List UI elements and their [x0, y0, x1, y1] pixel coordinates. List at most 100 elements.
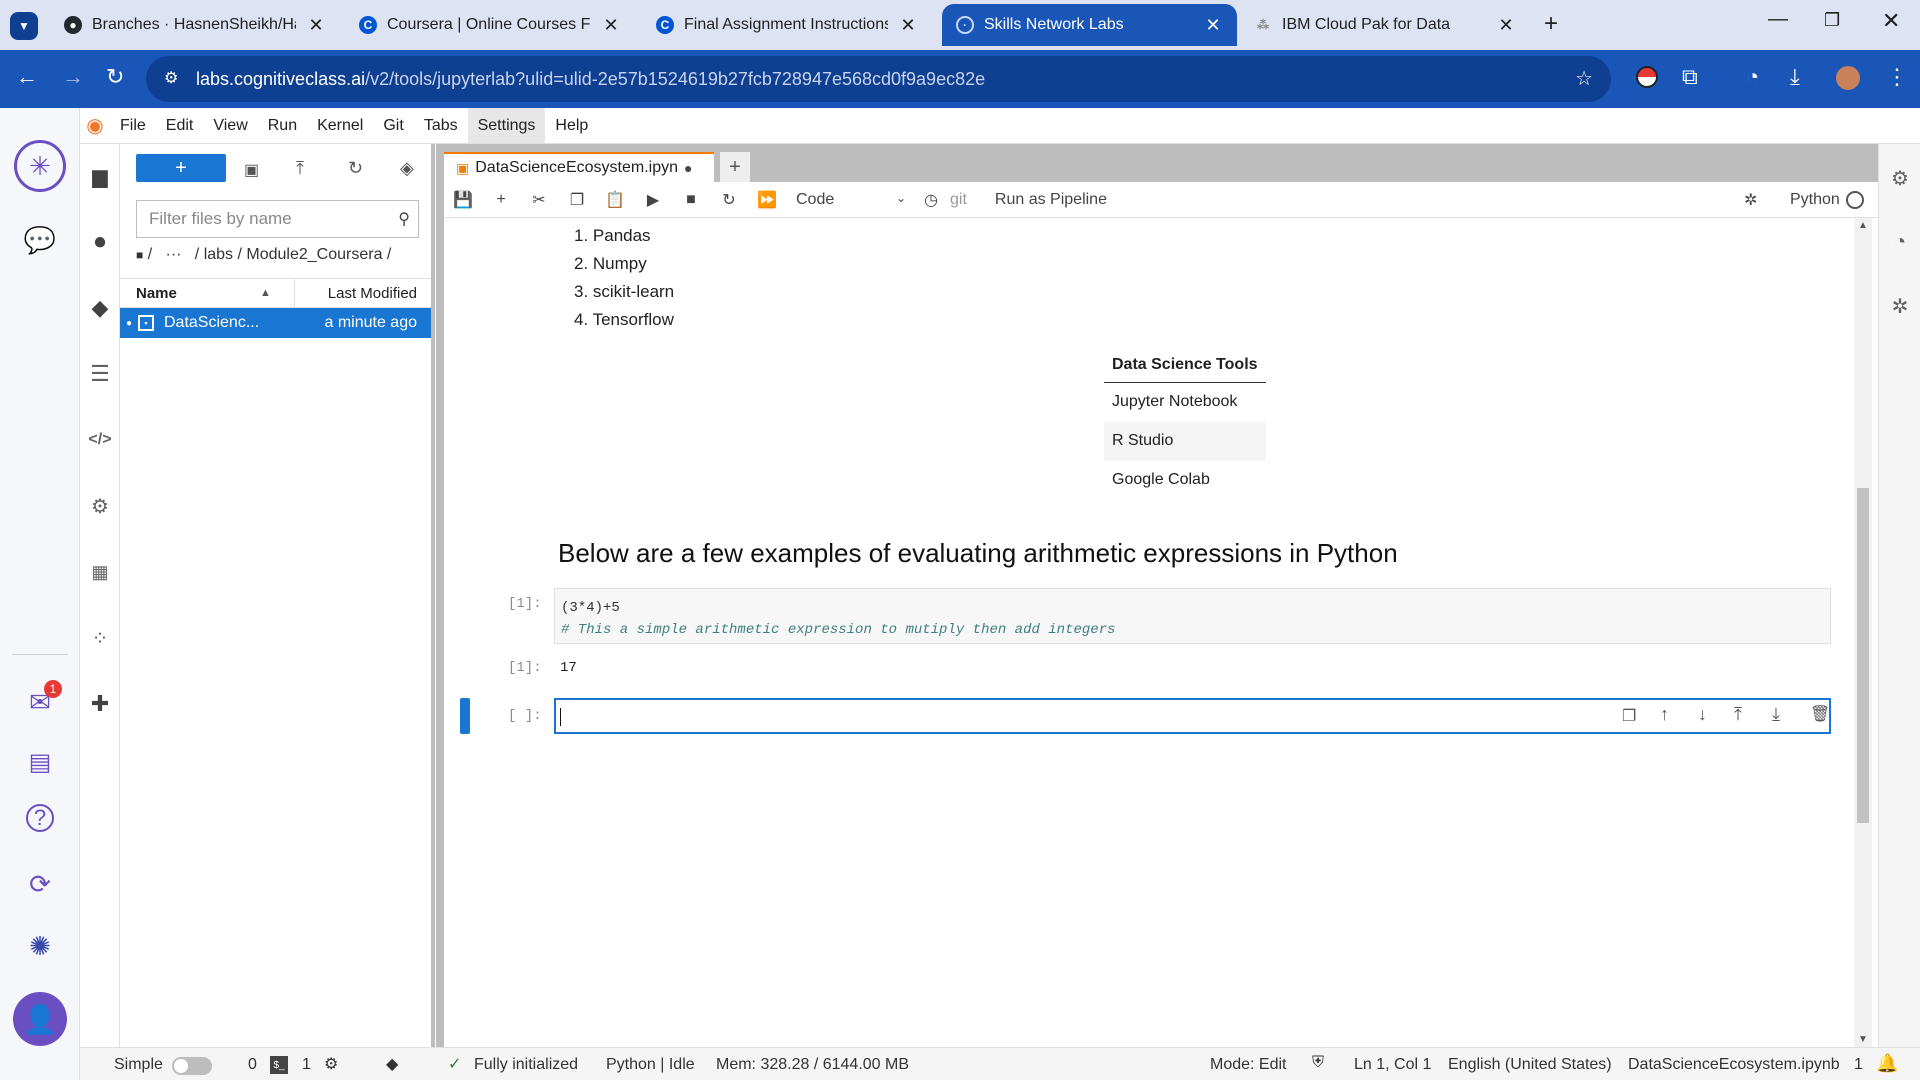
- file-filter-input[interactable]: Filter files by name ⚲: [136, 200, 419, 238]
- address-bar[interactable]: ⚙ labs.cognitiveclass.ai /v2/tools/jupyt…: [146, 56, 1611, 102]
- stop-icon[interactable]: ■: [672, 182, 710, 218]
- kernel-name[interactable]: Python: [1790, 191, 1840, 209]
- git-icon[interactable]: ◆: [88, 295, 112, 320]
- delete-cell-icon[interactable]: 🗑: [1810, 704, 1830, 724]
- menu-tabs[interactable]: Tabs: [414, 108, 468, 143]
- restore-button[interactable]: ❐: [1824, 10, 1840, 31]
- menu-settings[interactable]: Settings: [467, 108, 546, 143]
- menu-edit[interactable]: Edit: [156, 108, 204, 143]
- new-tab-button[interactable]: +: [1544, 10, 1558, 38]
- cut-icon[interactable]: ✂: [520, 182, 558, 218]
- column-last-modified[interactable]: Last Modified: [328, 285, 417, 302]
- browser-tab-final-assignment[interactable]: C Final Assignment Instructions: C ✕: [642, 4, 932, 46]
- browser-tab-branches[interactable]: ● Branches · HasnenSheikh/Hasne ✕: [50, 4, 340, 46]
- insert-cell-icon[interactable]: +: [482, 182, 520, 218]
- new-folder-icon[interactable]: ▣: [244, 160, 259, 180]
- forward-icon[interactable]: →: [62, 64, 84, 90]
- run-as-pipeline-button[interactable]: Run as Pipeline: [995, 191, 1107, 209]
- table-of-contents-icon[interactable]: ☰: [88, 361, 112, 386]
- extension-manager-icon[interactable]: ✚: [88, 691, 112, 716]
- pokeball-extension-icon[interactable]: [1636, 66, 1658, 88]
- simple-mode-toggle[interactable]: [172, 1057, 212, 1075]
- help-icon[interactable]: ?: [26, 804, 54, 832]
- file-row-selected[interactable]: ● ▪ DataScienc... a minute ago: [120, 308, 431, 338]
- property-inspector-icon[interactable]: ⚙: [1888, 166, 1912, 190]
- user-avatar-icon[interactable]: 👤: [13, 992, 67, 1046]
- column-name[interactable]: Name: [136, 285, 177, 302]
- close-icon[interactable]: ✕: [1496, 15, 1516, 36]
- cursor-position[interactable]: Ln 1, Col 1: [1354, 1056, 1431, 1074]
- sync-icon[interactable]: ⟳: [20, 864, 60, 904]
- notification-count[interactable]: 1: [1854, 1056, 1863, 1074]
- kernel-state[interactable]: Python | Idle: [606, 1056, 695, 1074]
- scrollbar-track[interactable]: ▲ ▼: [1854, 218, 1872, 1047]
- menu-kernel[interactable]: Kernel: [307, 108, 373, 143]
- scroll-down-icon[interactable]: ▼: [1858, 1034, 1868, 1045]
- performance-icon[interactable]: ◔: [1746, 64, 1759, 90]
- extensions-icon[interactable]: ⧉: [1682, 64, 1698, 90]
- code-cell-input[interactable]: (3*4)+5 # This a simple arithmetic expre…: [554, 588, 1831, 644]
- menu-git[interactable]: Git: [373, 108, 413, 143]
- close-icon[interactable]: ✕: [601, 15, 621, 36]
- edit-mode[interactable]: Mode: Edit: [1210, 1056, 1286, 1074]
- shield-icon[interactable]: ⛨: [1312, 1054, 1324, 1072]
- download-icon[interactable]: ⤓: [1790, 64, 1800, 90]
- duplicate-cell-icon[interactable]: ❐: [1622, 706, 1636, 726]
- window-close-button[interactable]: ✕: [1882, 8, 1900, 34]
- site-info-icon[interactable]: ⚙: [164, 68, 178, 88]
- folder-icon[interactable]: ▆: [88, 164, 112, 188]
- move-down-icon[interactable]: ↓: [1698, 704, 1707, 725]
- cell-type-select[interactable]: Code ⌄: [796, 191, 906, 209]
- refresh-icon[interactable]: ↻: [348, 158, 363, 179]
- active-code-cell[interactable]: ❐ ↑ ↓ ⤒ ⤓ 🗑: [554, 698, 1831, 734]
- git-label[interactable]: git: [950, 191, 967, 209]
- git-clone-icon[interactable]: ◈: [400, 158, 414, 179]
- save-icon[interactable]: 💾: [444, 182, 482, 218]
- insert-below-icon[interactable]: ⤓: [1772, 704, 1780, 725]
- unsaved-dot-icon[interactable]: ●: [684, 160, 692, 176]
- close-icon[interactable]: ✕: [898, 15, 918, 36]
- back-icon[interactable]: ←: [16, 64, 38, 90]
- scroll-up-icon[interactable]: ▲: [1858, 220, 1868, 231]
- tab-search-button[interactable]: ▼: [10, 12, 38, 40]
- terminal-count[interactable]: 0: [248, 1056, 257, 1074]
- notebook-document-tab[interactable]: ▣ DataScienceEcosystem.ipyn ●: [444, 152, 714, 182]
- new-launcher-button[interactable]: +: [136, 154, 226, 182]
- scrollbar-thumb[interactable]: [1857, 488, 1869, 823]
- browser-tab-skills-network[interactable]: · Skills Network Labs ✕: [942, 4, 1237, 46]
- sort-ascending-icon[interactable]: ▲: [260, 287, 271, 299]
- menu-view[interactable]: View: [203, 108, 257, 143]
- paste-icon[interactable]: 📋: [596, 182, 634, 218]
- resource-usage-icon[interactable]: ◔: [1888, 230, 1912, 254]
- chat-icon[interactable]: 💬: [20, 220, 60, 260]
- extensions-grid-icon[interactable]: ⁘: [88, 626, 112, 650]
- component-catalog-icon[interactable]: ▦: [88, 560, 112, 584]
- git-status-icon[interactable]: ◆: [386, 1054, 398, 1074]
- add-tab-button[interactable]: +: [720, 152, 750, 182]
- browser-tab-coursera[interactable]: C Coursera | Online Courses From ✕: [345, 4, 635, 46]
- inbox-icon[interactable]: ✉ 1: [20, 680, 62, 722]
- run-icon[interactable]: ▶: [634, 182, 672, 218]
- more-menu-icon[interactable]: ⋮: [1886, 64, 1908, 90]
- breadcrumb[interactable]: ■ / ··· / labs / Module2_Coursera /: [136, 246, 391, 264]
- menu-help[interactable]: Help: [545, 108, 598, 143]
- move-up-icon[interactable]: ↑: [1660, 704, 1669, 725]
- copy-icon[interactable]: ❐: [558, 182, 596, 218]
- menu-run[interactable]: Run: [258, 108, 307, 143]
- notes-icon[interactable]: ▤: [20, 742, 60, 782]
- property-inspector-icon[interactable]: ⚙: [88, 494, 112, 518]
- fast-forward-icon[interactable]: ⏩: [748, 182, 786, 218]
- profile-avatar[interactable]: [1836, 66, 1860, 90]
- theme-icon[interactable]: ✺: [20, 926, 60, 966]
- code-snippets-icon[interactable]: </>: [88, 428, 112, 452]
- bell-icon[interactable]: 🔔: [1876, 1053, 1898, 1074]
- close-icon[interactable]: ✕: [306, 15, 326, 36]
- debugger-icon[interactable]: ✲: [1744, 190, 1757, 210]
- kernel-count[interactable]: 1: [302, 1056, 311, 1074]
- bookmark-star-icon[interactable]: ☆: [1575, 66, 1593, 91]
- clock-icon[interactable]: ◷: [912, 182, 950, 218]
- restart-icon[interactable]: ↻: [710, 182, 748, 218]
- debugger-icon[interactable]: ✲: [1888, 294, 1912, 318]
- minimize-button[interactable]: —: [1768, 8, 1788, 31]
- upload-icon[interactable]: ⤒: [296, 158, 304, 179]
